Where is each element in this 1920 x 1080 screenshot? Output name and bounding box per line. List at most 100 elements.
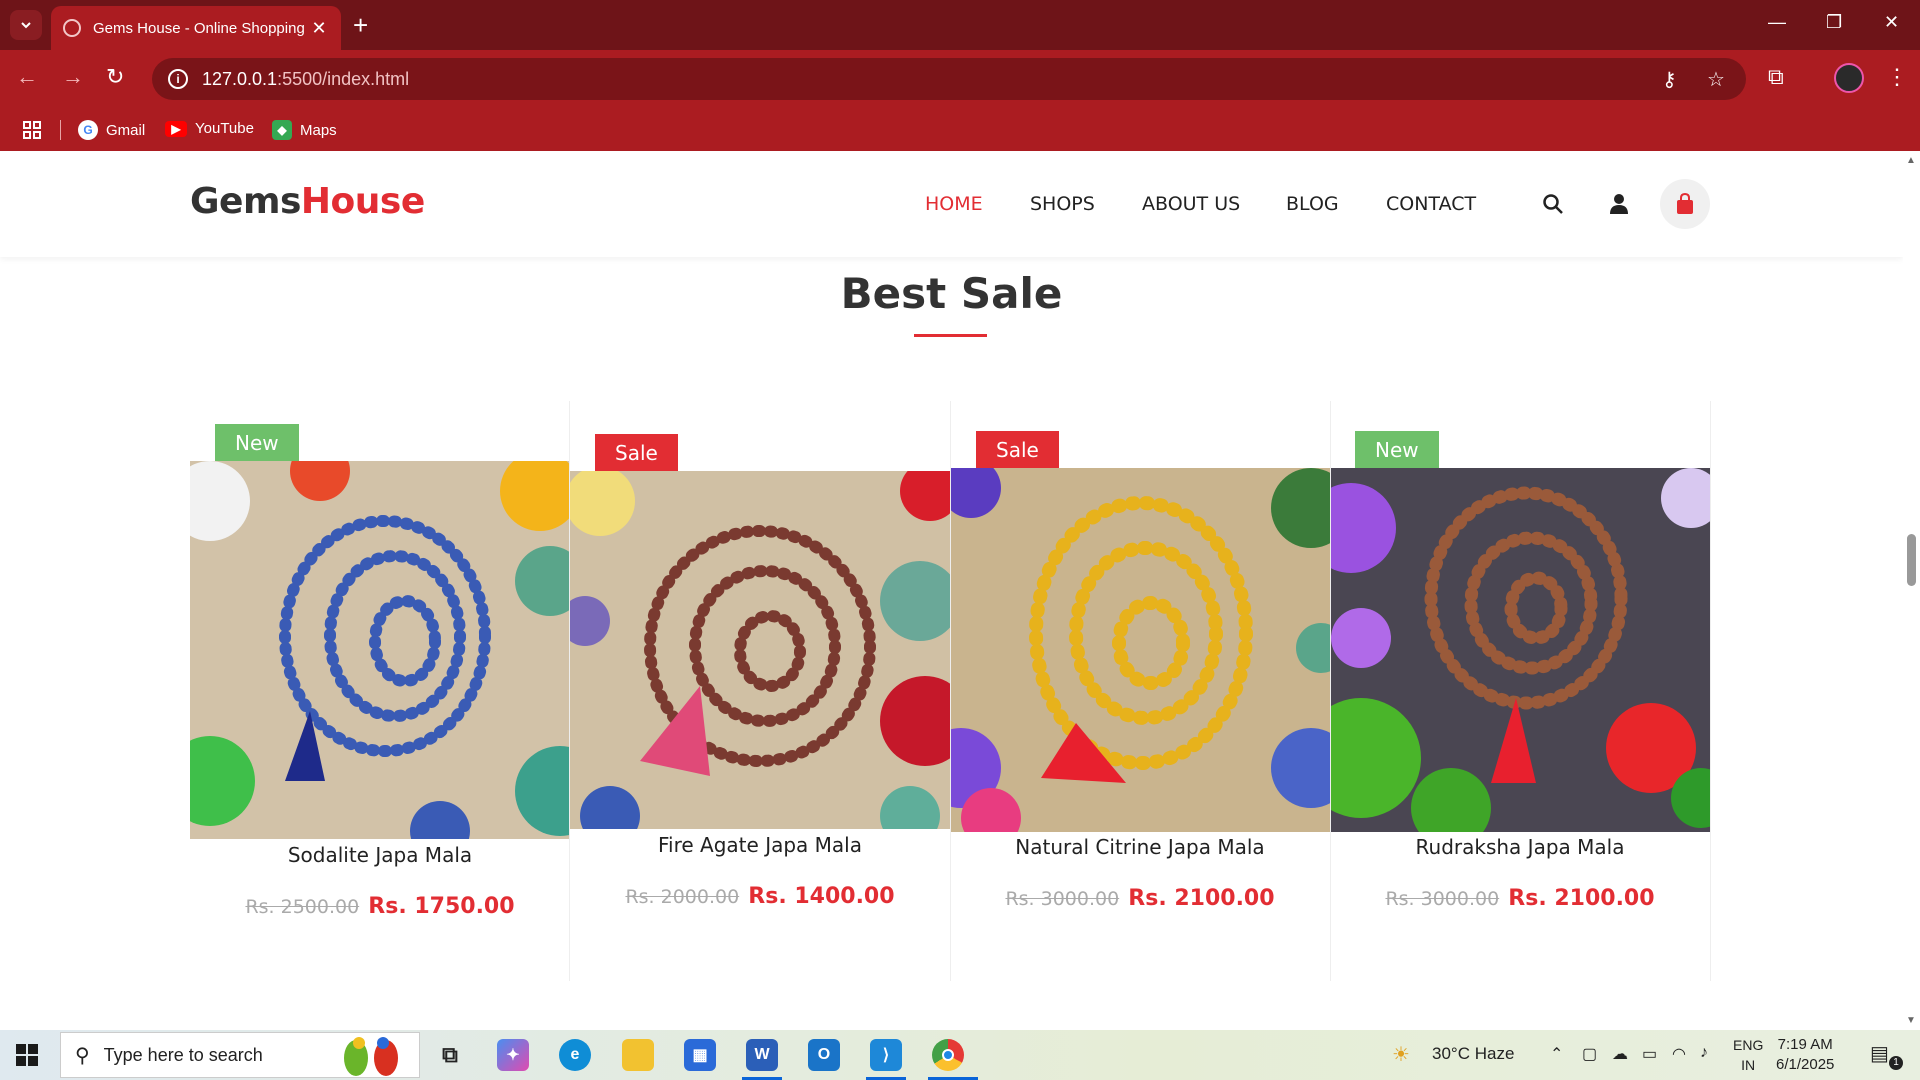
word-icon[interactable]: W	[746, 1039, 778, 1071]
product-image[interactable]	[570, 471, 950, 829]
show-hidden-icons[interactable]: ⌃	[1550, 1044, 1563, 1064]
product-name[interactable]: Fire Agate Japa Mala	[570, 833, 950, 857]
sale-price: Rs. 2100.00	[1508, 886, 1655, 911]
search-placeholder: Type here to search	[103, 1044, 263, 1065]
site-logo[interactable]: GemsHouse	[190, 181, 425, 222]
product-badge: Sale	[976, 431, 1059, 469]
clock-date: 6/1/2025	[1776, 1056, 1835, 1073]
close-window-button[interactable]: ✕	[1884, 12, 1899, 33]
restore-button[interactable]: ❐	[1826, 12, 1842, 33]
tab-search-button[interactable]	[10, 10, 42, 40]
microsoft-store-icon[interactable]: ▦	[684, 1039, 716, 1071]
nav-blog[interactable]: BLOG	[1286, 193, 1339, 215]
cart-button[interactable]	[1660, 179, 1710, 229]
product-price: Rs. 2500.00 Rs. 1750.00	[190, 894, 570, 919]
product-name[interactable]: Rudraksha Japa Mala	[1330, 835, 1710, 859]
url-text: 127.0.0.1:5500/index.html	[202, 68, 410, 89]
product-name[interactable]: Natural Citrine Japa Mala	[950, 835, 1330, 859]
outlook-icon[interactable]: O	[808, 1039, 840, 1071]
notification-badge: 1	[1889, 1056, 1903, 1070]
product-image[interactable]	[1331, 468, 1710, 832]
user-icon[interactable]	[1604, 189, 1634, 219]
more-menu-icon[interactable]: ⋮	[1886, 64, 1908, 90]
windows-start-icon[interactable]	[16, 1044, 38, 1066]
active-tab[interactable]: Gems House - Online Shopping ✕	[51, 6, 341, 50]
minimize-button[interactable]: —	[1768, 12, 1786, 33]
bookmark-label: Gmail	[106, 121, 146, 139]
page-viewport: GemsHouse HOME SHOPS ABOUT US BLOG CONTA…	[0, 151, 1920, 1030]
sale-price: Rs. 1750.00	[368, 894, 515, 919]
notification-icon[interactable]: ▤	[1870, 1041, 1889, 1066]
chevron-down-icon	[21, 22, 31, 29]
input-language[interactable]: ENG IN	[1733, 1035, 1763, 1075]
product-badge: New	[1355, 431, 1439, 469]
page-scrollbar[interactable]: ▲ ▼	[1903, 151, 1920, 1030]
taskbar-clock[interactable]: 7:19 AM 6/1/2025	[1776, 1035, 1834, 1075]
product-price: Rs. 3000.00 Rs. 2100.00	[950, 886, 1330, 911]
weather-text[interactable]: 30°C Haze	[1432, 1044, 1514, 1064]
wifi-icon[interactable]: ◠	[1672, 1044, 1686, 1064]
bookmark-youtube[interactable]: ▶ YouTube	[165, 120, 254, 137]
battery-icon[interactable]: ▭	[1642, 1044, 1657, 1064]
scroll-down-icon[interactable]: ▼	[1906, 1015, 1916, 1026]
extensions-icon[interactable]: ⧉	[1768, 64, 1784, 90]
file-explorer-icon[interactable]	[622, 1039, 654, 1071]
search-icon: ⚲	[75, 1044, 90, 1067]
weather-icon[interactable]: ☀	[1392, 1042, 1410, 1067]
volume-icon[interactable]: ♪	[1700, 1044, 1708, 1062]
globe-icon	[63, 19, 81, 37]
original-price: Rs. 2000.00	[625, 886, 740, 908]
copilot-icon[interactable]: ✦	[497, 1039, 529, 1071]
nav-about-us[interactable]: ABOUT US	[1142, 193, 1240, 215]
onedrive-icon[interactable]: ☁	[1612, 1044, 1628, 1064]
bookmark-label: Maps	[300, 121, 337, 139]
region-code: IN	[1741, 1057, 1756, 1073]
maps-icon: ◆	[272, 120, 292, 140]
product-image[interactable]	[951, 468, 1330, 832]
logo-text-part1: Gems	[190, 181, 301, 222]
browser-tab-strip: Gems House - Online Shopping ✕ + — ❐ ✕	[0, 0, 1920, 50]
scrollbar-thumb[interactable]	[1907, 534, 1916, 586]
back-button[interactable]: ←	[16, 64, 38, 90]
edge-icon[interactable]: e	[559, 1039, 591, 1071]
chrome-icon[interactable]	[932, 1039, 964, 1071]
sale-price: Rs. 1400.00	[748, 884, 895, 909]
nav-shops[interactable]: SHOPS	[1030, 193, 1095, 215]
product-name[interactable]: Sodalite Japa Mala	[190, 843, 570, 867]
vscode-icon[interactable]: ⟩	[870, 1039, 902, 1071]
card-divider	[1710, 401, 1711, 981]
apps-grid-icon[interactable]	[22, 120, 42, 140]
browser-toolbar: ← → ↻ i 127.0.0.1:5500/index.html ⚷ ☆ ⧉ …	[0, 50, 1920, 108]
bookmark-star-icon[interactable]: ☆	[1707, 67, 1725, 92]
taskbar-search-box[interactable]: ⚲ Type here to search	[60, 1032, 420, 1078]
product-badge: New	[215, 424, 299, 462]
product-badge: Sale	[595, 434, 678, 472]
bookmark-maps[interactable]: ◆ Maps	[272, 120, 337, 140]
windows-taskbar: ⚲ Type here to search ⧉ ✦ e ▦ W O ⟩ ☀ 30…	[0, 1030, 1920, 1080]
site-info-icon[interactable]: i	[168, 69, 188, 89]
original-price: Rs. 3000.00	[1385, 888, 1500, 910]
meet-icon[interactable]: ▢	[1582, 1044, 1597, 1064]
nav-home[interactable]: HOME	[925, 193, 983, 215]
new-tab-button[interactable]: +	[353, 12, 368, 38]
search-icon[interactable]	[1538, 189, 1568, 219]
scroll-up-icon[interactable]: ▲	[1906, 155, 1916, 166]
bookmark-gmail[interactable]: G Gmail	[78, 120, 145, 140]
bookmarks-bar: G Gmail ▶ YouTube ◆ Maps	[0, 108, 1920, 151]
password-key-icon[interactable]: ⚷	[1662, 67, 1677, 92]
reload-button[interactable]: ↻	[106, 64, 124, 90]
google-icon: G	[78, 120, 98, 140]
original-price: Rs. 2500.00	[245, 896, 360, 918]
product-image[interactable]	[190, 461, 569, 839]
shopping-bag-icon	[1677, 193, 1693, 214]
close-tab-icon[interactable]: ✕	[309, 18, 329, 39]
task-view-icon[interactable]: ⧉	[434, 1039, 466, 1071]
nav-contact[interactable]: CONTACT	[1386, 193, 1476, 215]
product-price: Rs. 3000.00 Rs. 2100.00	[1330, 886, 1710, 911]
forward-button[interactable]: →	[62, 64, 84, 90]
profile-avatar[interactable]	[1834, 63, 1864, 93]
bookmark-label: YouTube	[195, 120, 254, 137]
title-underline	[914, 334, 987, 337]
address-bar[interactable]: i 127.0.0.1:5500/index.html ⚷ ☆	[152, 58, 1746, 100]
product-price: Rs. 2000.00 Rs. 1400.00	[570, 884, 950, 909]
